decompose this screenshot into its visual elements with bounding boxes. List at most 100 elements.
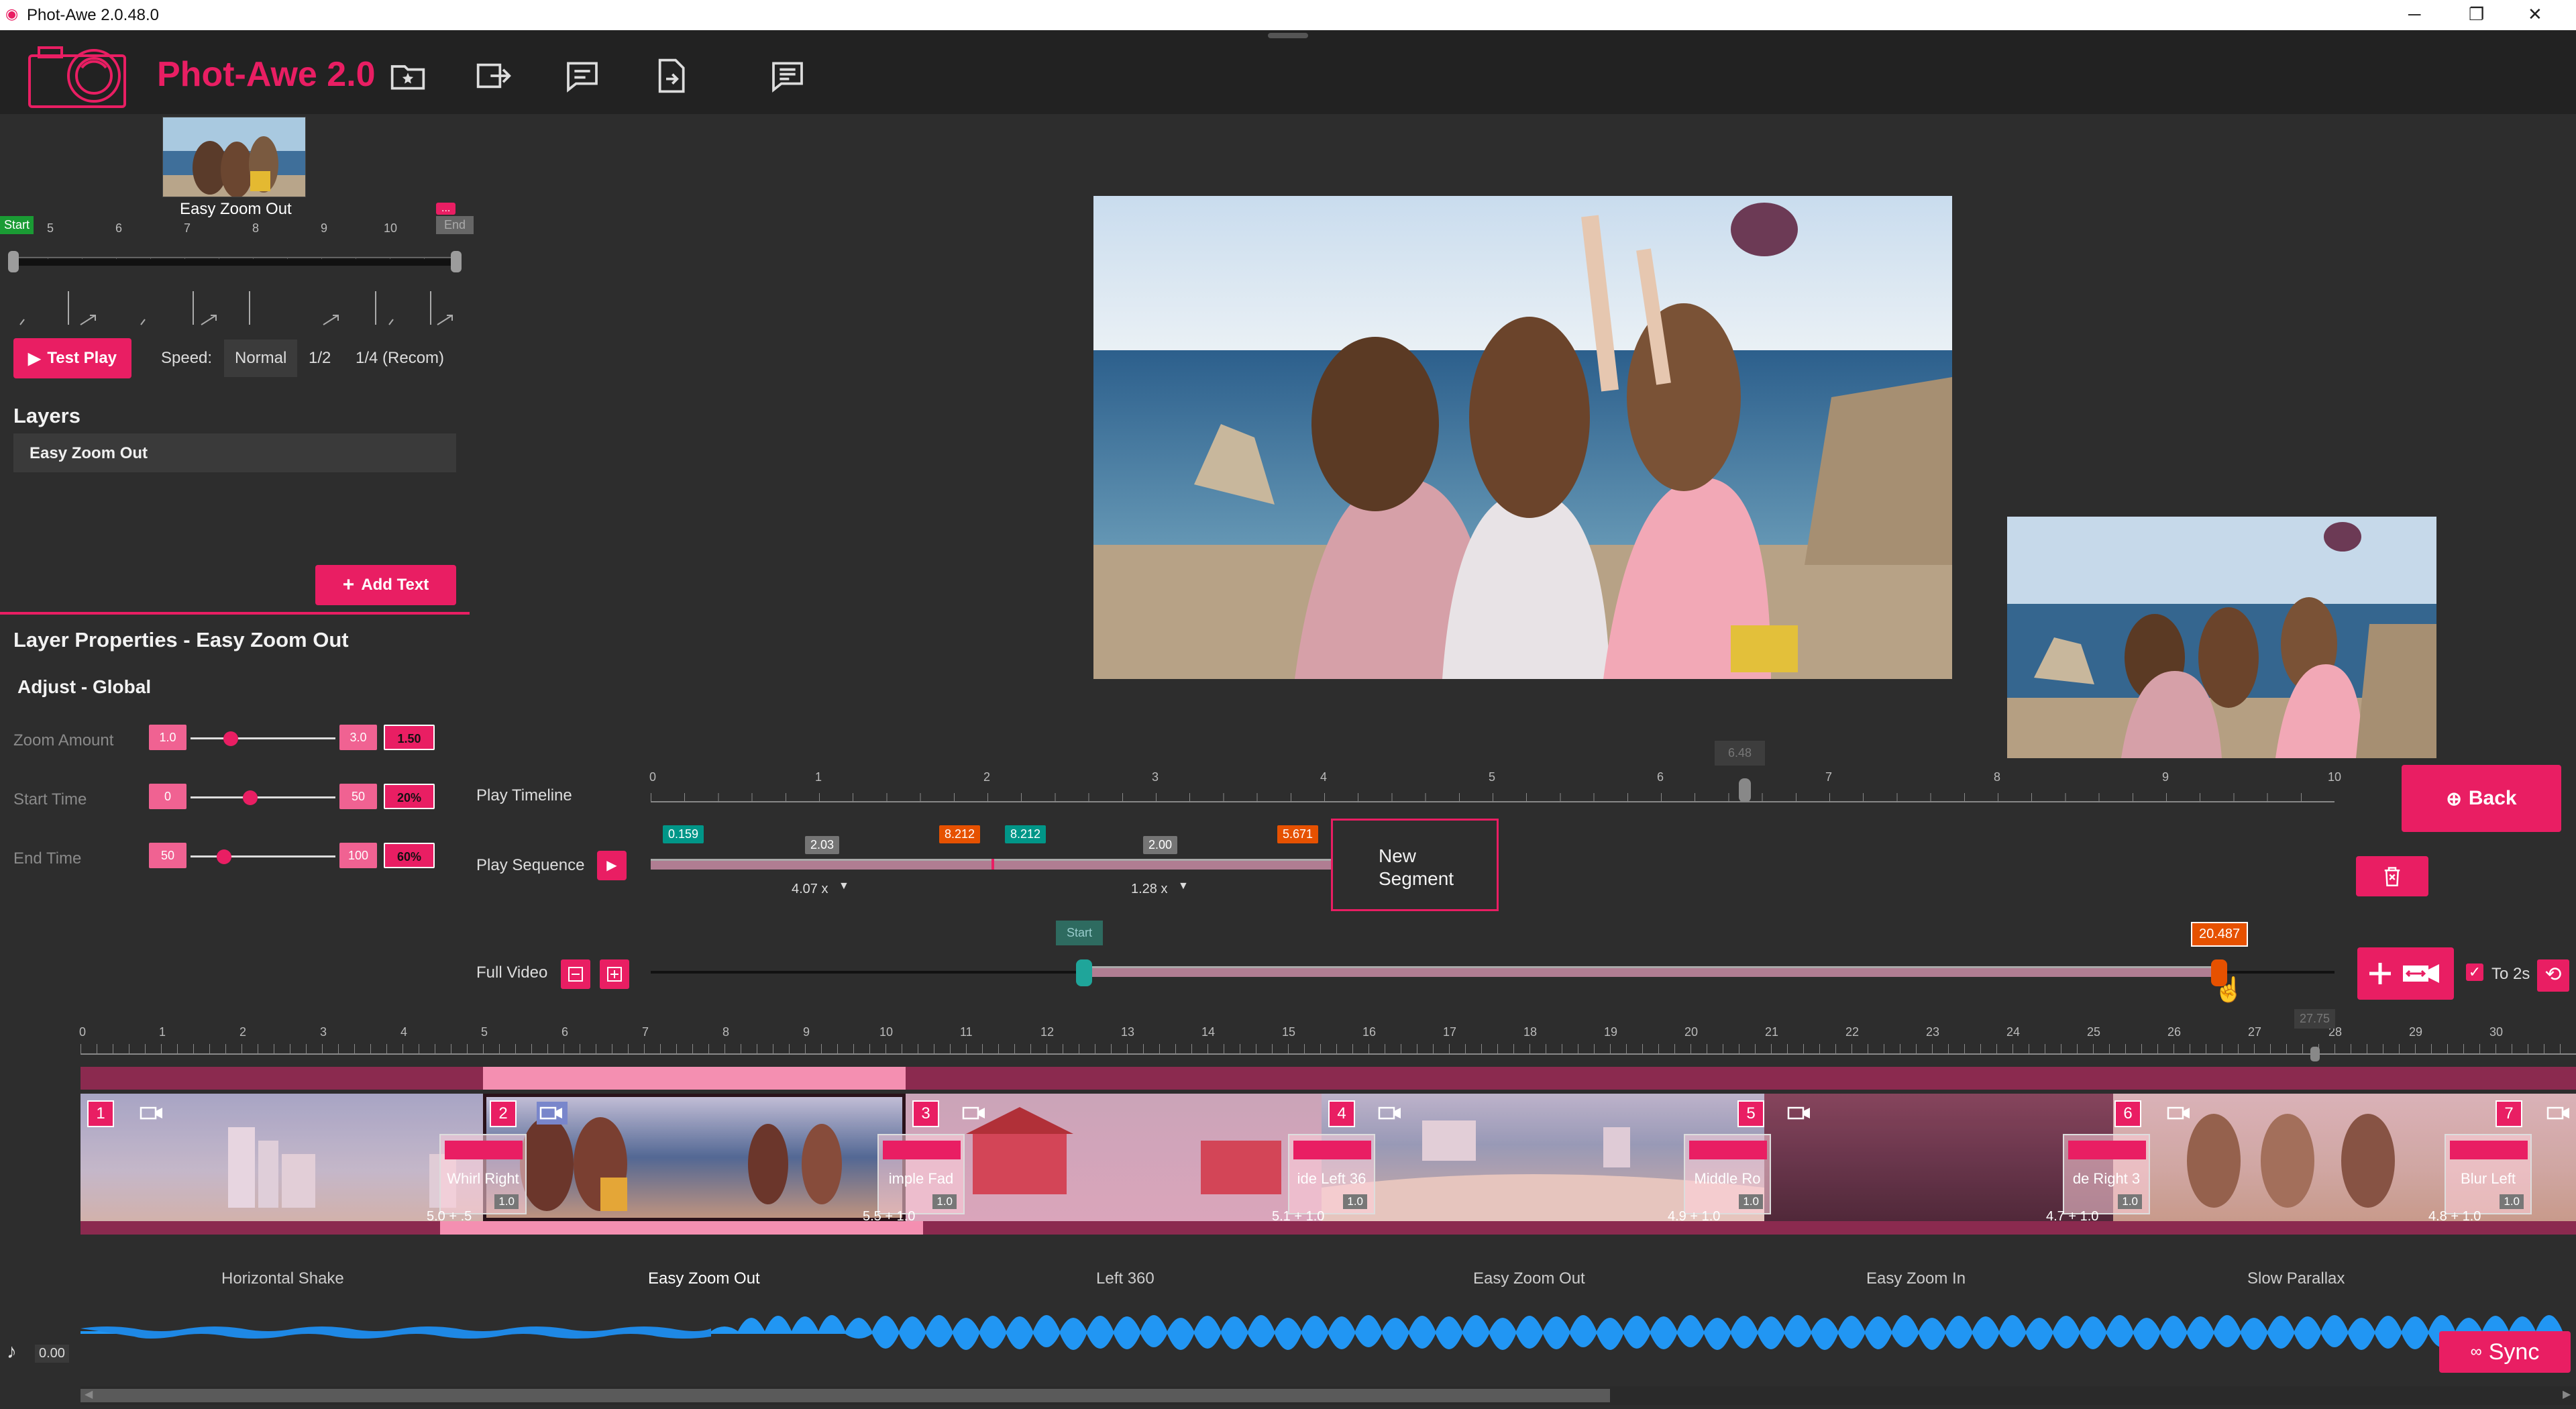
speed-option-quarter[interactable]: 1/4 (Recom) bbox=[356, 349, 444, 368]
main-time-ruler[interactable]: 0 1 2 3 4 5 6 7 8 9 10 11 12 13 14 15 16… bbox=[79, 1017, 2576, 1061]
video-camera-icon[interactable] bbox=[1375, 1102, 1406, 1125]
ruler-playhead-handle[interactable] bbox=[2310, 1047, 2320, 1061]
ruler-label: 1 bbox=[159, 1025, 166, 1039]
layer-item[interactable]: Easy Zoom Out bbox=[13, 433, 456, 472]
trash-icon bbox=[2384, 867, 2400, 886]
reset-icon[interactable]: ⟲ bbox=[2537, 959, 2569, 992]
zoom-in-button[interactable] bbox=[600, 959, 629, 989]
favorites-folder-icon[interactable] bbox=[389, 57, 427, 95]
add-text-button[interactable]: + Add Text bbox=[315, 565, 456, 605]
minimize-button[interactable]: ─ bbox=[2408, 4, 2420, 25]
clip-label: Horizontal Shake bbox=[221, 1269, 344, 1288]
section-divider bbox=[0, 612, 470, 615]
video-camera-icon[interactable] bbox=[1784, 1102, 1815, 1125]
playhead-handle[interactable] bbox=[1739, 778, 1751, 802]
video-camera-icon[interactable] bbox=[137, 1102, 168, 1125]
notes-icon[interactable] bbox=[769, 57, 806, 95]
ruler-label: 23 bbox=[1926, 1025, 1940, 1039]
timeline-tick-label: 8 bbox=[1994, 770, 2001, 784]
scrollbar-thumb[interactable] bbox=[80, 1389, 1610, 1402]
zoom-amount-track[interactable] bbox=[191, 737, 335, 739]
timeline-tick-label: 1 bbox=[815, 770, 822, 784]
sync-label: Sync bbox=[2488, 1339, 2540, 1365]
timeline-tick-label: 3 bbox=[1152, 770, 1159, 784]
video-camera-icon[interactable] bbox=[959, 1102, 990, 1125]
to2s-checkbox[interactable]: ✓ bbox=[2466, 963, 2483, 981]
maximize-button[interactable]: ❐ bbox=[2469, 4, 2484, 25]
speed-option-half[interactable]: 1/2 bbox=[309, 349, 331, 368]
zoom-amount-value[interactable]: 1.50 bbox=[384, 725, 435, 750]
ruler-ticks bbox=[80, 1044, 2576, 1053]
clip-duration: 4.9 + 1.0 bbox=[1668, 1209, 1721, 1224]
test-play-button[interactable]: ▶ Test Play bbox=[13, 338, 131, 378]
chevron-down-icon[interactable]: ▼ bbox=[1178, 880, 1189, 892]
scroll-right-icon[interactable]: ▶ bbox=[2563, 1388, 2571, 1401]
horizontal-scrollbar[interactable]: ◀ ▶ bbox=[80, 1386, 2576, 1405]
drag-handle[interactable] bbox=[1268, 33, 1308, 38]
start-time-max: 50 bbox=[339, 784, 377, 809]
transition-block[interactable]: Whirl Right 1.0 bbox=[439, 1134, 527, 1214]
transition-block[interactable]: Middle Ro 1.0 bbox=[1684, 1134, 1771, 1214]
chevron-down-icon[interactable]: ▼ bbox=[839, 880, 849, 892]
new-segment-button[interactable]: New Segment bbox=[1331, 819, 1499, 911]
full-video-label: Full Video bbox=[476, 963, 548, 982]
add-segment-button[interactable] bbox=[2357, 947, 2454, 1000]
back-button[interactable]: ⊕ Back bbox=[2402, 765, 2561, 832]
end-time-handle[interactable] bbox=[217, 849, 231, 864]
zoom-amount-max: 3.0 bbox=[339, 725, 377, 750]
start-time-handle[interactable] bbox=[243, 790, 258, 805]
preview-end-handle[interactable] bbox=[451, 251, 462, 272]
preview-range-track[interactable] bbox=[13, 259, 456, 266]
start-time-value[interactable]: 20% bbox=[384, 784, 435, 809]
camera-logo-icon bbox=[27, 42, 127, 109]
full-video-start-handle[interactable] bbox=[1076, 959, 1092, 986]
end-time-track[interactable] bbox=[191, 855, 335, 857]
transition-block[interactable]: Blur Left 1.0 bbox=[2445, 1134, 2532, 1214]
ruler-label: 17 bbox=[1443, 1025, 1457, 1039]
play-timeline-ruler[interactable]: 0 1 2 3 4 5 6 7 8 9 10 bbox=[649, 770, 2341, 811]
filmstrip-top-band bbox=[80, 1067, 2576, 1090]
sync-button[interactable]: ∞ Sync bbox=[2439, 1331, 2571, 1373]
scale-tick: 6 bbox=[115, 221, 123, 235]
zoom-out-button[interactable] bbox=[561, 959, 590, 989]
keyframe-row bbox=[13, 284, 456, 329]
end-time-value[interactable]: 60% bbox=[384, 843, 435, 868]
export-icon[interactable] bbox=[475, 57, 513, 95]
video-camera-icon[interactable] bbox=[537, 1102, 568, 1125]
play-sequence-button[interactable]: ▶ bbox=[597, 851, 627, 880]
comment-icon[interactable] bbox=[564, 57, 601, 95]
transition-block[interactable]: imple Fad 1.0 bbox=[877, 1134, 965, 1214]
export-file-icon[interactable] bbox=[652, 57, 690, 95]
start-time-track[interactable] bbox=[191, 796, 335, 798]
full-video-selected-range bbox=[1084, 966, 2218, 977]
transition-block[interactable]: de Right 3 1.0 bbox=[2063, 1134, 2150, 1214]
scroll-left-icon[interactable]: ◀ bbox=[85, 1388, 93, 1401]
end-menu-button[interactable]: ... bbox=[436, 203, 456, 215]
clip-label: Easy Zoom Out bbox=[1473, 1269, 1585, 1288]
preview-start-handle[interactable] bbox=[8, 251, 19, 272]
timeline-tick-label: 4 bbox=[1320, 770, 1328, 784]
audio-waveform[interactable] bbox=[80, 1299, 2576, 1366]
speed-select-a[interactable]: 4.07 x bbox=[792, 882, 828, 897]
clip-duration: 4.8 + 1.0 bbox=[2428, 1209, 2481, 1224]
ruler-label: 16 bbox=[1362, 1025, 1377, 1039]
video-camera-icon[interactable] bbox=[2544, 1102, 2575, 1125]
clip-label: Slow Parallax bbox=[2247, 1269, 2345, 1288]
close-button[interactable]: ✕ bbox=[2528, 4, 2542, 25]
zoom-amount-handle[interactable] bbox=[223, 731, 238, 746]
layer-thumbnail[interactable] bbox=[162, 117, 306, 197]
ruler-label: 7 bbox=[642, 1025, 649, 1039]
sequence-bar[interactable] bbox=[651, 859, 1331, 870]
delete-segment-button[interactable] bbox=[2356, 856, 2428, 896]
clip-duration: 5.0 + .5 bbox=[427, 1209, 472, 1224]
test-play-label: Test Play bbox=[47, 349, 117, 367]
ruler-label: 21 bbox=[1765, 1025, 1779, 1039]
clip-duration: 4.7 + 1.0 bbox=[2046, 1209, 2099, 1224]
video-camera-icon[interactable] bbox=[2164, 1102, 2195, 1125]
clip-number: 3 bbox=[912, 1100, 939, 1127]
speed-select-b[interactable]: 1.28 x bbox=[1131, 882, 1167, 897]
transition-block[interactable]: ide Left 36 1.0 bbox=[1288, 1134, 1375, 1214]
speed-option-normal[interactable]: Normal bbox=[224, 340, 298, 377]
music-note-icon: ♪ bbox=[7, 1341, 17, 1363]
layer-properties-heading: Layer Properties - Easy Zoom Out bbox=[13, 628, 349, 651]
